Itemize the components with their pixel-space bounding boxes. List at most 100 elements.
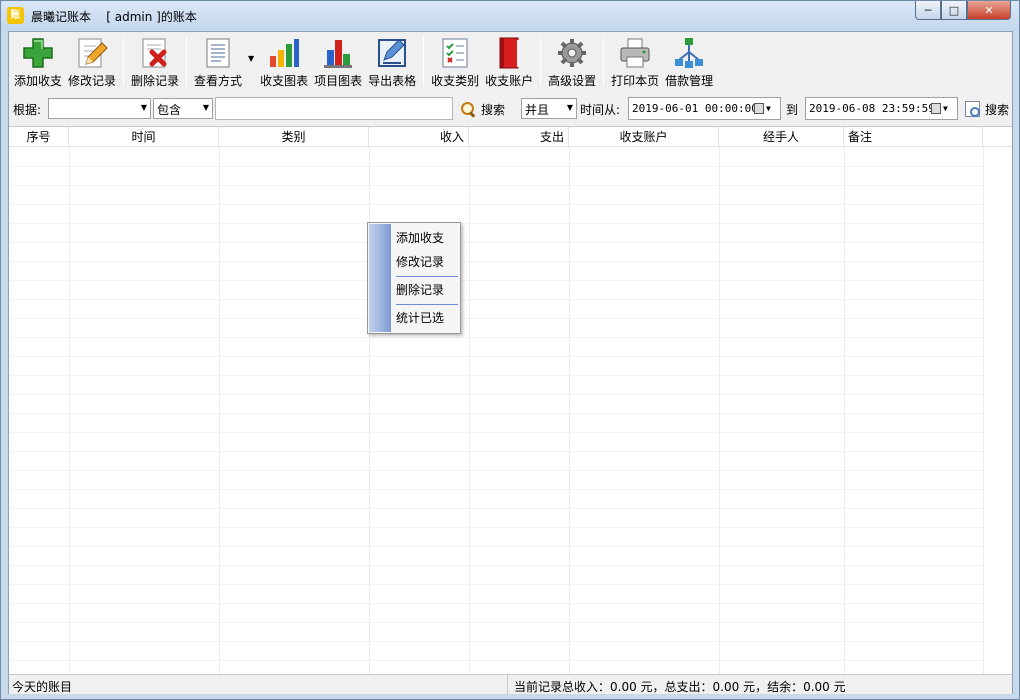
project-chart-label: 项目图表 xyxy=(314,74,363,88)
context-menu-delete[interactable]: 删除记录 xyxy=(396,280,444,300)
grid-row-line xyxy=(9,223,983,224)
grid-column-line xyxy=(469,147,470,674)
filter-bar: 根据: ▼ 包含 ▼ 搜索 并且 ▼ 时间从: 2019-06-01 00:00… xyxy=(9,94,1012,122)
chevron-down-icon: ▼ xyxy=(566,103,573,112)
main-window: 账 晨曦记账本 [ admin ]的账本 ─ □ ✕ 添加收支 修改记录 删除记… xyxy=(0,0,1020,700)
export-table-button[interactable]: 导出表格 xyxy=(365,32,419,90)
income-chart-label: 收支图表 xyxy=(260,74,309,88)
column-header-category[interactable]: 类别 xyxy=(219,127,369,147)
loan-management-label: 借款管理 xyxy=(665,74,714,88)
grid-row-line xyxy=(9,470,983,471)
export-table-label: 导出表格 xyxy=(368,74,417,88)
grid-row-line xyxy=(9,185,983,186)
basis-select[interactable]: ▼ xyxy=(48,98,151,119)
income-chart-button[interactable]: 收支图表 xyxy=(257,32,311,90)
loan-management-button[interactable]: 借款管理 xyxy=(662,32,716,90)
grid-row-line xyxy=(9,261,983,262)
search-button[interactable]: 搜索 xyxy=(460,99,505,119)
time-from-value: 2019-06-01 00:00:00 xyxy=(632,102,758,115)
column-header-account[interactable]: 收支账户 xyxy=(569,127,719,147)
grid-row-line xyxy=(9,280,983,281)
delete-record-label: 删除记录 xyxy=(131,74,180,88)
close-button[interactable]: ✕ xyxy=(967,1,1011,20)
title-bar[interactable]: 账 晨曦记账本 [ admin ]的账本 ─ □ ✕ xyxy=(1,1,1019,31)
window-title: 晨曦记账本 [ admin ]的账本 xyxy=(31,10,197,24)
time-search-label: 搜索 xyxy=(985,102,1010,117)
close-icon: ✕ xyxy=(984,3,994,17)
edit-record-button[interactable]: 修改记录 xyxy=(65,32,119,90)
calendar-icon: ▼ xyxy=(754,102,776,115)
context-menu-stats[interactable]: 统计已选 xyxy=(396,308,444,328)
match-value: 包含 xyxy=(157,103,182,117)
grid-row-line xyxy=(9,489,983,490)
grid-row-line xyxy=(9,413,983,414)
print-page-button[interactable]: 打印本页 xyxy=(608,32,662,90)
keyword-input[interactable] xyxy=(215,97,453,120)
delete-record-button[interactable]: 删除记录 xyxy=(128,32,182,90)
minimize-icon: ─ xyxy=(924,3,932,17)
search-icon xyxy=(460,101,476,117)
minimize-button[interactable]: ─ xyxy=(915,1,941,20)
view-icon xyxy=(201,36,235,70)
column-header-income[interactable]: 收入 xyxy=(369,127,469,147)
column-header-time[interactable]: 时间 xyxy=(69,127,219,147)
match-select[interactable]: 包含 ▼ xyxy=(153,98,213,119)
time-to-picker[interactable]: 2019-06-08 23:59:59 ▼ xyxy=(805,97,958,120)
grid-row-line xyxy=(9,603,983,604)
search-document-icon xyxy=(965,101,980,117)
records-table[interactable]: 序号 时间 类别 收入 支出 收支账户 经手人 备注 xyxy=(9,126,1012,674)
category-label: 收支类别 xyxy=(431,74,480,88)
view-mode-button[interactable]: 查看方式 xyxy=(191,32,245,90)
grid-row-line xyxy=(9,394,983,395)
column-header-handler[interactable]: 经手人 xyxy=(719,127,844,147)
app-logo-icon: 账 xyxy=(7,7,24,24)
grid-row-line xyxy=(9,375,983,376)
export-icon xyxy=(375,36,409,70)
context-menu-separator xyxy=(396,276,458,277)
bar-chart-icon xyxy=(267,36,301,70)
grid-row-line xyxy=(9,527,983,528)
logic-select[interactable]: 并且 ▼ xyxy=(521,98,577,119)
maximize-button[interactable]: □ xyxy=(941,1,967,20)
grid-row-line xyxy=(9,641,983,642)
table-header: 序号 时间 类别 收入 支出 收支账户 经手人 备注 xyxy=(9,127,1012,147)
add-icon xyxy=(21,36,55,70)
grid-column-line xyxy=(69,147,70,674)
grid-row-line xyxy=(9,337,983,338)
grid-column-line xyxy=(719,147,720,674)
window-controls: ─ □ ✕ xyxy=(915,1,1011,20)
column-header-expense[interactable]: 支出 xyxy=(469,127,569,147)
client-area: 添加收支 修改记录 删除记录 查看方式 ▼ 收支图表 项目图表 导出表格 收支类… xyxy=(8,31,1013,695)
toolbar-separator xyxy=(603,36,605,86)
account-button[interactable]: 收支账户 xyxy=(482,32,536,90)
context-menu-add[interactable]: 添加收支 xyxy=(396,228,444,248)
toolbar-separator xyxy=(423,36,425,86)
context-menu-edit[interactable]: 修改记录 xyxy=(396,252,444,272)
grid-row-line xyxy=(9,451,983,452)
time-from-picker[interactable]: 2019-06-01 00:00:00 ▼ xyxy=(628,97,781,120)
grid-row-line xyxy=(9,204,983,205)
status-left-text: 今天的账目 xyxy=(12,680,73,694)
printer-icon xyxy=(618,36,652,70)
time-search-button[interactable]: 搜索 xyxy=(965,99,1009,119)
network-icon xyxy=(672,36,706,70)
grid-row-line xyxy=(9,318,983,319)
time-from-label: 时间从: xyxy=(580,103,621,117)
column-header-note[interactable]: 备注 xyxy=(844,127,983,147)
view-mode-dropdown[interactable]: ▼ xyxy=(245,32,257,90)
grid-row-line xyxy=(9,565,983,566)
category-button[interactable]: 收支类别 xyxy=(428,32,482,90)
print-page-label: 打印本页 xyxy=(611,74,660,88)
search-label: 搜索 xyxy=(481,102,506,117)
delete-icon xyxy=(138,36,172,70)
add-record-button[interactable]: 添加收支 xyxy=(11,32,65,90)
grid-row-line xyxy=(9,242,983,243)
column-header-index[interactable]: 序号 xyxy=(9,127,69,147)
status-bar: 今天的账目 当前记录总收入：0.00 元，总支出：0.00 元，结余：0.00 … xyxy=(9,674,1012,695)
toolbar-separator xyxy=(123,36,125,86)
advanced-settings-button[interactable]: 高级设置 xyxy=(545,32,599,90)
project-chart-button[interactable]: 项目图表 xyxy=(311,32,365,90)
category-icon xyxy=(438,36,472,70)
edit-record-label: 修改记录 xyxy=(68,74,117,88)
grid-row-line xyxy=(9,356,983,357)
